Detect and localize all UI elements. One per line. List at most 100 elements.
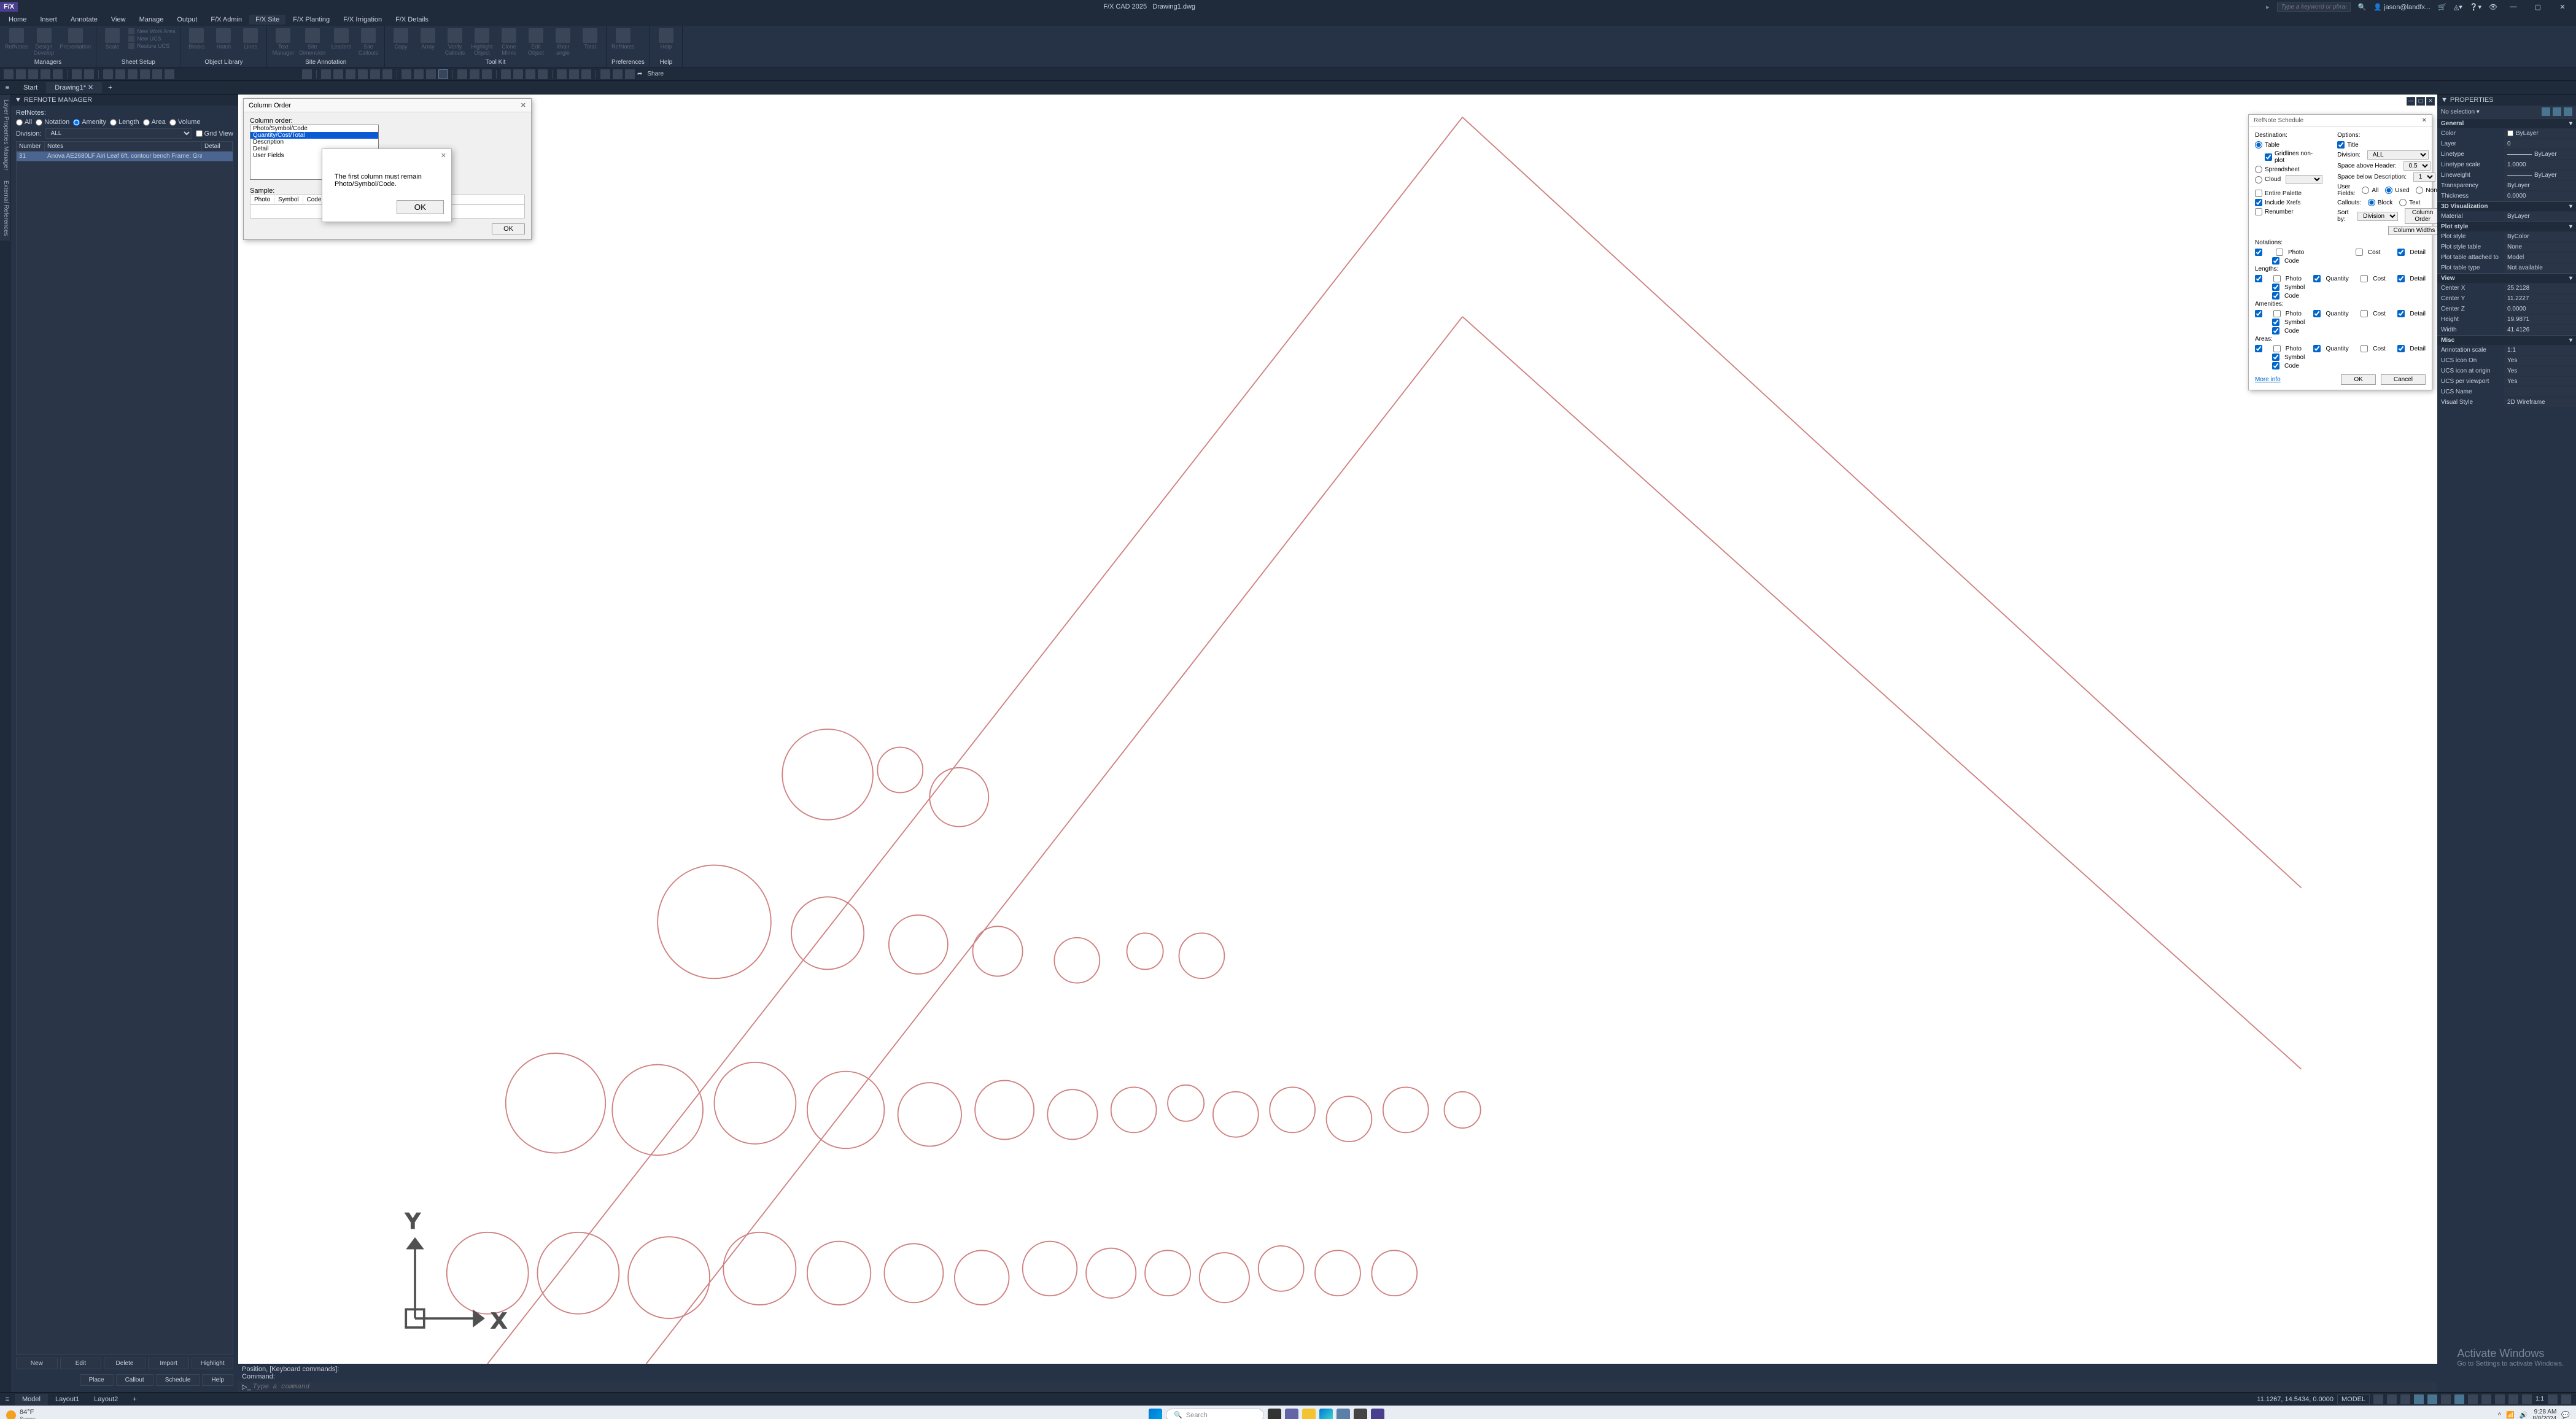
place-button[interactable]: Place: [80, 1374, 114, 1386]
cost-checkbox[interactable]: [2361, 275, 2368, 282]
detail-checkbox[interactable]: [2397, 310, 2405, 317]
status-icon[interactable]: [2454, 1394, 2464, 1404]
prop-row[interactable]: Width41.4126: [2437, 325, 2576, 335]
windows-start-icon[interactable]: [1149, 1409, 1162, 1419]
highlight-button[interactable]: Highlight: [192, 1358, 233, 1369]
prop-row[interactable]: UCS Name: [2437, 387, 2576, 397]
layout-tab-model[interactable]: Model: [15, 1394, 48, 1405]
status-icon[interactable]: [2495, 1394, 2505, 1404]
prop-row[interactable]: Height19.9871: [2437, 314, 2576, 325]
apps-icon[interactable]: ◬▾: [2454, 3, 2462, 11]
ribbon-clone-mimic[interactable]: CloneMimic: [498, 28, 520, 56]
user-account[interactable]: 👤 jason@landfx...: [2373, 3, 2431, 11]
status-icon[interactable]: [2522, 1394, 2532, 1404]
prop-row[interactable]: Thickness0.0000: [2437, 191, 2576, 201]
column-widths-button[interactable]: Column Widths: [2388, 226, 2437, 235]
prop-row[interactable]: Plot table typeNot available: [2437, 263, 2576, 273]
radio-volume[interactable]: Volume: [169, 118, 201, 126]
qat-icon[interactable]: [457, 69, 467, 79]
menu-fxsite[interactable]: F/X Site: [249, 15, 285, 25]
drawing-canvas[interactable]: X Y Column Order ✕ Column order: Photo/S…: [238, 95, 2437, 1364]
model-label[interactable]: MODEL: [2337, 1394, 2370, 1404]
ribbon-scale[interactable]: Scale: [101, 28, 123, 50]
search-icon[interactable]: 🔍: [2358, 3, 2367, 11]
qat-icon[interactable]: [613, 69, 623, 79]
qat-icon[interactable]: [470, 69, 479, 79]
prop-row[interactable]: TransparencyByLayer: [2437, 180, 2576, 191]
layout-tab-layout2[interactable]: Layout2: [87, 1394, 125, 1405]
menu-fxirrigation[interactable]: F/X Irrigation: [337, 15, 388, 25]
qat-icon[interactable]: [482, 69, 492, 79]
edit-button[interactable]: Edit: [60, 1358, 102, 1369]
layout-tab-layout1[interactable]: Layout1: [48, 1394, 87, 1405]
chevron-down-icon[interactable]: ▼: [2441, 96, 2448, 104]
ribbon-xhair-angle[interactable]: Xhairangle: [552, 28, 574, 56]
qat-icon[interactable]: [333, 69, 343, 79]
ok-button[interactable]: OK: [2341, 374, 2375, 385]
menu-fxdetails[interactable]: F/X Details: [389, 15, 435, 25]
prop-row[interactable]: Layer0: [2437, 139, 2576, 149]
grid-view-checkbox[interactable]: [196, 130, 203, 137]
qat-icon[interactable]: [72, 69, 82, 79]
uf-used-radio[interactable]: [2385, 187, 2392, 194]
qat-icon[interactable]: [4, 69, 14, 79]
category-3d-viz[interactable]: 3D Visualization▾: [2437, 201, 2576, 211]
qat-icon[interactable]: [321, 69, 331, 79]
qat-icon[interactable]: [414, 69, 424, 79]
table-row[interactable]: 31 Anova AE2680LF Airi Leaf 6ft. contour…: [16, 152, 233, 161]
status-icon[interactable]: [2468, 1394, 2478, 1404]
radio-amenity[interactable]: Amenity: [73, 118, 106, 126]
minimize-button[interactable]: —: [2505, 3, 2522, 10]
fx-cad-icon[interactable]: [1371, 1409, 1384, 1419]
qat-icon[interactable]: [28, 69, 38, 79]
menu-home[interactable]: Home: [2, 15, 33, 25]
status-icon[interactable]: [2481, 1394, 2491, 1404]
prop-row[interactable]: Plot styleByColor: [2437, 231, 2576, 242]
qat-icon[interactable]: [526, 69, 535, 79]
cb-block-radio[interactable]: [2368, 199, 2375, 206]
column-order-button[interactable]: Column Order: [2405, 208, 2437, 224]
copilot-icon[interactable]: [1285, 1409, 1298, 1419]
areas-toggle[interactable]: [2255, 345, 2262, 352]
cost-checkbox[interactable]: [2356, 249, 2363, 256]
uf-all-radio[interactable]: [2362, 187, 2369, 194]
command-input[interactable]: [253, 1383, 2434, 1391]
prop-row[interactable]: Center X25.2128: [2437, 283, 2576, 293]
edge-icon[interactable]: [1319, 1409, 1333, 1419]
category-general[interactable]: General▾: [2437, 118, 2576, 128]
weather-widget[interactable]: 84°FSunny: [0, 1409, 42, 1419]
photo-checkbox[interactable]: [2276, 249, 2283, 256]
qat-icon[interactable]: [302, 69, 312, 79]
keyword-search-input[interactable]: [2277, 2, 2351, 12]
ok-button[interactable]: OK: [397, 200, 444, 214]
chevron-down-icon[interactable]: ▼: [15, 96, 21, 104]
photo-checkbox[interactable]: [2273, 275, 2281, 282]
ribbon-hatch[interactable]: Hatch: [212, 28, 235, 50]
explorer-icon[interactable]: [1302, 1409, 1316, 1419]
menu-manage[interactable]: Manage: [133, 15, 170, 25]
close-icon[interactable]: ✕: [521, 101, 526, 109]
cost-checkbox[interactable]: [2361, 310, 2368, 317]
photo-checkbox[interactable]: [2273, 345, 2281, 352]
division-select[interactable]: ALL: [45, 128, 192, 139]
qat-icon[interactable]: [358, 69, 368, 79]
qat-icon[interactable]: [625, 69, 635, 79]
status-icon[interactable]: [2414, 1394, 2424, 1404]
tabs-menu-icon[interactable]: ≡: [0, 84, 15, 91]
radio-all[interactable]: All: [16, 118, 32, 126]
qat-icon[interactable]: [600, 69, 610, 79]
category-view[interactable]: View▾: [2437, 273, 2576, 283]
qat-icon[interactable]: [501, 69, 511, 79]
volume-icon[interactable]: 🔊: [2520, 1411, 2528, 1419]
more-info-link[interactable]: More info: [2255, 376, 2281, 383]
new-button[interactable]: New: [16, 1358, 58, 1369]
ribbon-small-new-ucs[interactable]: New UCS: [128, 36, 175, 42]
cb-text-radio[interactable]: [2399, 199, 2407, 206]
ribbon-refnotes[interactable]: RefNotes: [611, 28, 635, 50]
radio-notation[interactable]: Notation: [36, 118, 69, 126]
help-button[interactable]: Help: [202, 1374, 233, 1386]
qat-icon[interactable]: [538, 69, 548, 79]
prop-row[interactable]: UCS per viewportYes: [2437, 376, 2576, 387]
prop-row[interactable]: UCS icon OnYes: [2437, 355, 2576, 366]
detail-checkbox[interactable]: [2397, 249, 2405, 256]
